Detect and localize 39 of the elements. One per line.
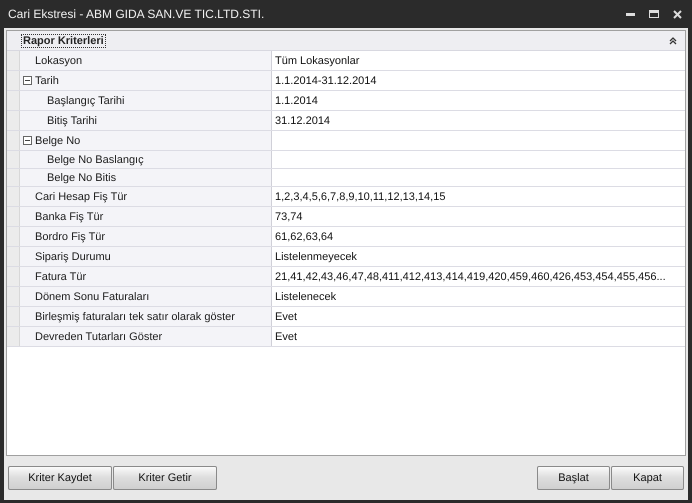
- maximize-icon[interactable]: [649, 10, 659, 18]
- property-name: Tarih: [35, 74, 59, 86]
- property-name: Banka Fiş Tür: [35, 210, 104, 222]
- collapse-toggle-icon[interactable]: [23, 76, 32, 85]
- action-button[interactable]: Kapat: [611, 466, 684, 490]
- property-name: Birleşmiş faturaları tek satır olarak göster: [35, 310, 235, 322]
- property-value[interactable]: 21,41,42,43,46,47,48,411,412,413,414,419,420,459,460,426,453,454,455,456...: [272, 267, 685, 286]
- property-name: Belge No Bitis: [47, 172, 116, 184]
- property-value[interactable]: Listelenmeyecek: [272, 247, 685, 266]
- property-name: Fatura Tür: [35, 270, 86, 282]
- action-button[interactable]: Başlat: [537, 466, 610, 490]
- property-value[interactable]: 1.1.2014: [272, 91, 685, 110]
- property-name: Dönem Sonu Faturaları: [35, 290, 150, 302]
- property-name: Sipariş Durumu: [35, 250, 111, 262]
- property-name: Başlangıç Tarihi: [47, 94, 124, 106]
- property-value[interactable]: 1.1.2014-31.12.2014: [272, 71, 685, 90]
- property-value[interactable]: 31.12.2014: [272, 111, 685, 130]
- collapse-toggle-icon[interactable]: [23, 136, 32, 145]
- minimize-icon[interactable]: [626, 12, 635, 16]
- property-value[interactable]: Listelenecek: [272, 287, 685, 306]
- property-name: Bitiş Tarihi: [47, 114, 97, 126]
- property-name: Belge No Baslangıç: [47, 154, 144, 166]
- collapse-icon[interactable]: [669, 36, 677, 44]
- property-value[interactable]: Evet: [272, 307, 685, 326]
- property-value[interactable]: 73,74: [272, 207, 685, 226]
- action-button[interactable]: Kriter Getir: [113, 466, 217, 490]
- property-name: Belge No: [35, 134, 80, 146]
- close-icon[interactable]: [673, 10, 682, 18]
- property-name: Cari Hesap Fiş Tür: [35, 190, 128, 202]
- property-value[interactable]: Evet: [272, 327, 685, 346]
- property-name: Lokasyon: [35, 54, 82, 66]
- property-name: Bordro Fiş Tür: [35, 230, 106, 242]
- property-value[interactable]: 1,2,3,4,5,6,7,8,9,10,11,12,13,14,15: [272, 187, 685, 206]
- action-button[interactable]: Kriter Kaydet: [8, 466, 112, 490]
- property-value[interactable]: Tüm Lokasyonlar: [272, 51, 685, 70]
- window-title: Cari Ekstresi - ABM GIDA SAN.VE TIC.LTD.STI.: [8, 7, 264, 21]
- property-value[interactable]: 61,62,63,64: [272, 227, 685, 246]
- category-header: Rapor Kriterleri: [21, 34, 106, 48]
- property-name: Devreden Tutarları Göster: [35, 330, 162, 342]
